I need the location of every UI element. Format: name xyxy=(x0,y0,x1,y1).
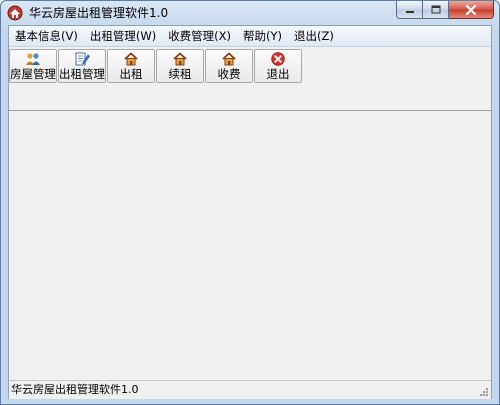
house-icon xyxy=(173,52,187,66)
minimize-button[interactable] xyxy=(396,1,423,19)
close-button[interactable] xyxy=(449,1,494,19)
renew-lease-button[interactable]: 续租 xyxy=(156,49,204,83)
minimize-icon xyxy=(405,10,414,13)
menu-bar: 基本信息(V) 出租管理(W) 收费管理(X) 帮助(Y) 退出(Z) xyxy=(9,26,491,47)
menu-fee-management[interactable]: 收费管理(X) xyxy=(162,26,237,46)
close-icon xyxy=(465,4,477,15)
app-logo-icon[interactable] xyxy=(7,5,23,21)
tool-label: 出租管理 xyxy=(59,67,105,81)
menu-exit[interactable]: 退出(Z) xyxy=(288,26,340,46)
status-text: 华云房屋出租管理软件1.0 xyxy=(11,383,139,396)
tool-label: 收费 xyxy=(217,67,241,81)
maximize-button[interactable] xyxy=(423,1,449,19)
tool-label: 退出 xyxy=(266,67,290,81)
rent-out-button[interactable]: 出租 xyxy=(107,49,155,83)
house-users-icon xyxy=(26,53,40,65)
menu-rental-management[interactable]: 出租管理(W) xyxy=(84,26,162,46)
toolbar-buttons: 房屋管理 出租管理 出租 续租 收费 退出 xyxy=(9,49,303,83)
app-window: 华云房屋出租管理软件1.0 基本信息(V) 出租管理(W) 收费管理(X) 帮助… xyxy=(0,0,500,405)
red-x-close-icon xyxy=(271,52,285,66)
house-icon xyxy=(124,52,138,66)
status-bar: 华云房屋出租管理软件1.0 xyxy=(9,380,491,399)
tool-label: 房屋管理 xyxy=(10,67,56,81)
toolbar: 房屋管理 出租管理 出租 续租 收费 退出 xyxy=(9,47,491,107)
window-title: 华云房屋出租管理软件1.0 xyxy=(29,6,169,20)
document-edit-icon xyxy=(75,52,90,66)
caption-buttons xyxy=(396,1,494,21)
title-bar[interactable]: 华云房屋出租管理软件1.0 xyxy=(1,1,499,25)
maximize-icon xyxy=(431,5,440,14)
house-icon xyxy=(222,52,236,66)
menu-basic-info[interactable]: 基本信息(V) xyxy=(9,26,84,46)
rental-management-button[interactable]: 出租管理 xyxy=(58,49,106,83)
menu-help[interactable]: 帮助(Y) xyxy=(237,26,288,46)
main-content-area xyxy=(9,113,491,379)
tool-label: 续租 xyxy=(168,67,192,81)
exit-button[interactable]: 退出 xyxy=(254,49,302,83)
resize-grip-icon[interactable] xyxy=(478,386,489,397)
house-management-button[interactable]: 房屋管理 xyxy=(9,49,57,83)
client-area: 基本信息(V) 出租管理(W) 收费管理(X) 帮助(Y) 退出(Z) 房屋管理 xyxy=(8,25,492,399)
collect-fee-button[interactable]: 收费 xyxy=(205,49,253,83)
tool-label: 出租 xyxy=(119,67,143,81)
